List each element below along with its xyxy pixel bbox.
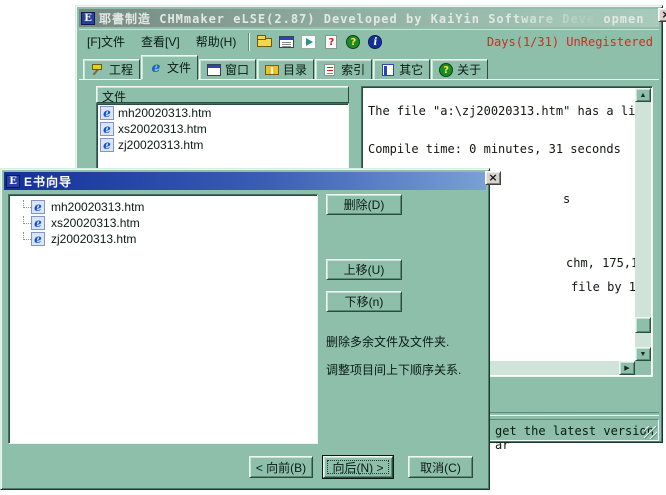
file-name: zj20020313.htm	[51, 232, 136, 246]
help-button[interactable]: ?	[342, 32, 364, 52]
tab-label: 工程	[109, 61, 133, 78]
run-play-icon	[300, 34, 318, 50]
ebook-wizard-dialog: E E书向导 × e mh20020313.htm e xs20020313.h…	[0, 168, 490, 490]
menu-view[interactable]: 查看[V]	[133, 31, 188, 52]
tab-project[interactable]: 工程	[83, 59, 140, 80]
close-icon: ×	[488, 173, 497, 183]
other-icon	[380, 63, 396, 77]
tab-label: 文件	[167, 59, 191, 76]
question-ball-icon: ?	[344, 34, 362, 50]
tab-about[interactable]: ? 关于	[431, 59, 488, 80]
scroll-down-button[interactable]: ▼	[635, 347, 651, 361]
next-button[interactable]: 向后(N) >	[323, 456, 393, 478]
menu-file[interactable]: [F]文件	[79, 31, 133, 52]
vertical-scrollbar[interactable]: ▲ ▼	[635, 88, 651, 361]
build-window-icon	[278, 34, 296, 50]
menu-bar: [F]文件 查看[V] 帮助(H) ? ? i Days(1/31) UnReg…	[79, 29, 659, 53]
log-line: s	[563, 192, 570, 206]
tab-bar: 工程 e 文件 窗口 目录 索引 其它 ?	[79, 54, 659, 80]
helpfile-button[interactable]: ?	[320, 32, 342, 52]
toolbar-separator	[248, 33, 250, 51]
menu-help[interactable]: 帮助(H)	[188, 31, 245, 52]
file-name: mh20020313.htm	[51, 200, 144, 214]
tree-connector	[23, 216, 31, 224]
run-button[interactable]	[298, 32, 320, 52]
tab-label: 索引	[341, 61, 365, 78]
tab-label: 窗口	[225, 61, 249, 78]
about-icon: ?	[438, 63, 454, 77]
html-file-icon: e	[100, 138, 114, 152]
tab-toc[interactable]: 目录	[257, 59, 314, 80]
move-up-button[interactable]: 上移(U)	[326, 259, 402, 280]
dialog-app-icon: E	[6, 175, 20, 188]
close-icon: ×	[661, 10, 666, 20]
html-file-icon: e	[31, 200, 45, 214]
info-button[interactable]: i	[364, 32, 386, 52]
tree-item[interactable]: e xs20020313.htm	[10, 215, 316, 231]
project-icon	[90, 63, 106, 77]
info-ball-icon: i	[366, 34, 384, 50]
status-text: get the latest version ar	[495, 424, 658, 452]
file-name: xs20020313.htm	[118, 122, 207, 136]
html-file-icon: e	[100, 122, 114, 136]
tab-files[interactable]: e 文件	[141, 55, 198, 80]
scroll-right-button[interactable]: ▶	[619, 361, 635, 375]
html-file-icon: e	[31, 232, 45, 246]
file-column-header[interactable]: 文件	[96, 86, 349, 103]
tree-item[interactable]: e mh20020313.htm	[10, 199, 316, 215]
html-file-icon: e	[100, 106, 114, 120]
app-icon: E	[81, 12, 95, 25]
file-name: xs20020313.htm	[51, 216, 140, 230]
move-down-button[interactable]: 下移(n)	[326, 291, 402, 312]
book-icon	[264, 63, 280, 77]
dialog-title: E书向导	[24, 173, 72, 190]
helpfile-icon: ?	[322, 34, 340, 50]
tree-item[interactable]: e zj20020313.htm	[10, 231, 316, 247]
tab-label: 关于	[457, 61, 481, 78]
wizard-hint-line2: 调整项目间上下顺序关系.	[326, 361, 461, 378]
scroll-thumb[interactable]	[635, 317, 651, 333]
scroll-up-button[interactable]: ▲	[635, 88, 651, 102]
wizard-file-tree[interactable]: e mh20020313.htm e xs20020313.htm e zj20…	[8, 194, 318, 444]
tab-index[interactable]: 索引	[315, 59, 372, 80]
file-list-item[interactable]: e mh20020313.htm	[98, 105, 347, 121]
file-list-item[interactable]: e zj20020313.htm	[98, 137, 347, 153]
close-button[interactable]: ×	[658, 8, 666, 22]
window-icon	[206, 63, 222, 77]
tree-connector	[23, 200, 31, 208]
cancel-button[interactable]: 取消(C)	[408, 456, 473, 478]
back-button[interactable]: < 向前(B)	[249, 456, 313, 478]
resize-grip[interactable]	[644, 426, 657, 439]
title-fade	[513, 9, 603, 27]
dialog-title-bar[interactable]: E E书向导	[4, 172, 486, 190]
file-name: zj20020313.htm	[118, 138, 203, 152]
build-button[interactable]	[276, 32, 298, 52]
index-icon	[322, 63, 338, 77]
ie-e-icon: e	[148, 61, 164, 75]
log-line: Compile time: 0 minutes, 31 seconds	[368, 142, 621, 156]
open-folder-icon	[256, 34, 274, 50]
desktop: { "main_window": { "title": "耶書制造 CHMmak…	[0, 0, 666, 495]
tab-window[interactable]: 窗口	[199, 59, 256, 80]
tree-connector	[23, 232, 31, 240]
main-title-bar[interactable]: E 耶書制造 CHMmaker eLSE(2.87) Developed by …	[79, 9, 659, 27]
wizard-hint-line1: 删除多余文件及文件夹.	[326, 333, 449, 350]
file-name: mh20020313.htm	[118, 106, 211, 120]
tab-label: 其它	[399, 61, 423, 78]
scrollbar-corner	[635, 361, 651, 375]
registration-status: Days(1/31) UnRegistered	[487, 35, 653, 49]
html-file-icon: e	[31, 216, 45, 230]
tab-label: 目录	[283, 61, 307, 78]
tab-other[interactable]: 其它	[373, 59, 430, 80]
log-line: The file "a:\zj20020313.htm" has a link …	[368, 104, 651, 118]
delete-button[interactable]: 删除(D)	[326, 194, 402, 215]
file-list-item[interactable]: e xs20020313.htm	[98, 121, 347, 137]
open-folder-button[interactable]	[254, 32, 276, 52]
dialog-close-button[interactable]: ×	[485, 171, 501, 185]
